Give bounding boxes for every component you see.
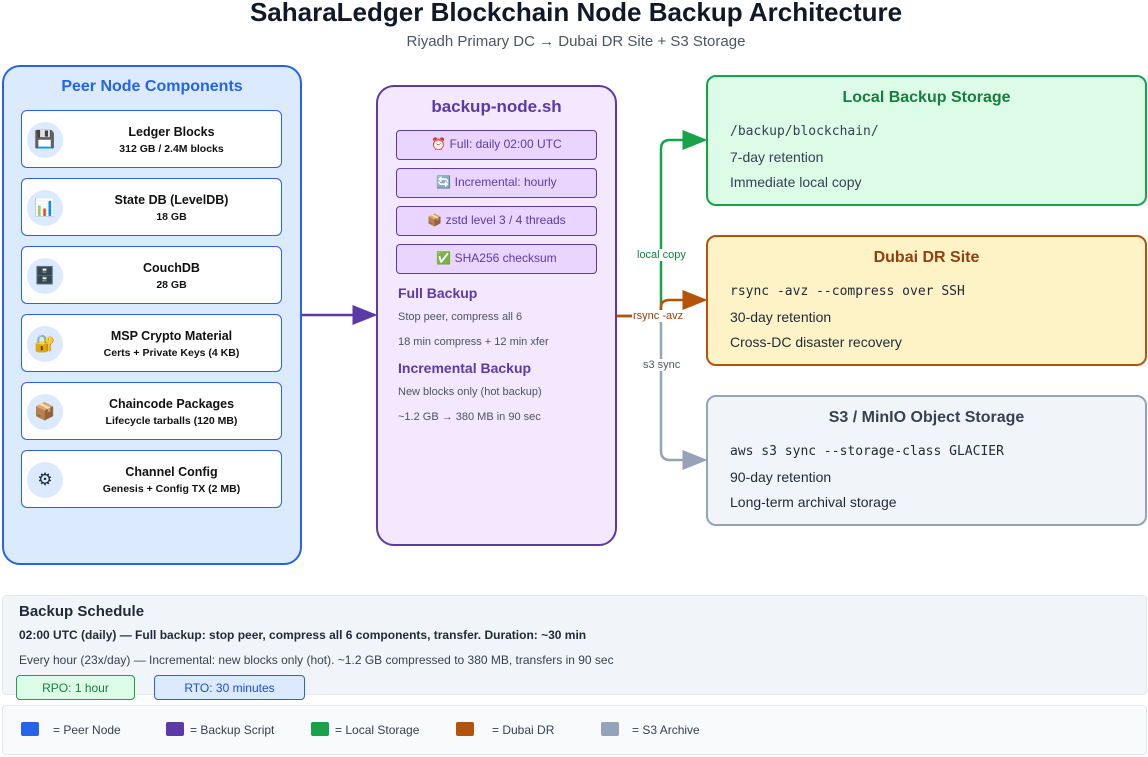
dr-site-retention: 30-day retention <box>730 309 832 325</box>
local-storage-retention: 7-day retention <box>730 149 824 165</box>
dr-site-title: Dubai DR Site <box>873 249 980 266</box>
legend-swatch-s3 <box>601 722 619 736</box>
dr-site-command: rsync -avz --compress over SSH <box>730 284 965 299</box>
legend-swatch-local <box>311 722 329 736</box>
legend-swatch-script <box>166 722 184 736</box>
legend-label-local: = Local Storage <box>335 723 420 737</box>
local-storage-title: Local Backup Storage <box>842 89 1011 106</box>
legend-label-peer: = Peer Node <box>53 723 121 737</box>
rto-badge: RTO: 30 minutes <box>154 675 305 700</box>
s3-storage-retention: 90-day retention <box>730 469 832 485</box>
local-storage-note: Immediate local copy <box>730 174 862 190</box>
rpo-badge: RPO: 1 hour <box>16 675 135 700</box>
local-backup-storage: Local Backup Storage /backup/blockchain/… <box>706 75 1147 206</box>
schedule-full-line: 02:00 UTC (daily) — Full backup: stop pe… <box>19 628 587 642</box>
local-copy-label: local copy <box>636 249 687 261</box>
s3-sync-arrow <box>617 314 708 470</box>
s3-sync-label: s3 sync <box>642 359 682 371</box>
legend-label-dr: = Dubai DR <box>492 723 555 737</box>
legend-label-script: = Backup Script <box>190 723 275 737</box>
legend-swatch-dr <box>456 722 474 736</box>
s3-storage-note: Long-term archival storage <box>730 494 897 510</box>
s3-object-storage: S3 / MinIO Object Storage aws s3 sync --… <box>706 395 1147 526</box>
dubai-dr-site: Dubai DR Site rsync -avz --compress over… <box>706 235 1147 366</box>
schedule-title: Backup Schedule <box>19 603 145 620</box>
local-copy-arrow <box>617 130 708 318</box>
legend-swatch-peer <box>21 722 39 736</box>
dr-site-note: Cross-DC disaster recovery <box>730 334 902 350</box>
local-storage-path: /backup/blockchain/ <box>730 124 879 139</box>
s3-storage-title: S3 / MinIO Object Storage <box>828 409 1025 426</box>
s3-storage-command: aws s3 sync --storage-class GLACIER <box>730 444 1004 459</box>
schedule-incremental-line: Every hour (23x/day) — Incremental: new … <box>19 653 614 667</box>
legend-label-s3: = S3 Archive <box>632 723 700 737</box>
rsync-label: rsync -avz <box>632 310 685 322</box>
